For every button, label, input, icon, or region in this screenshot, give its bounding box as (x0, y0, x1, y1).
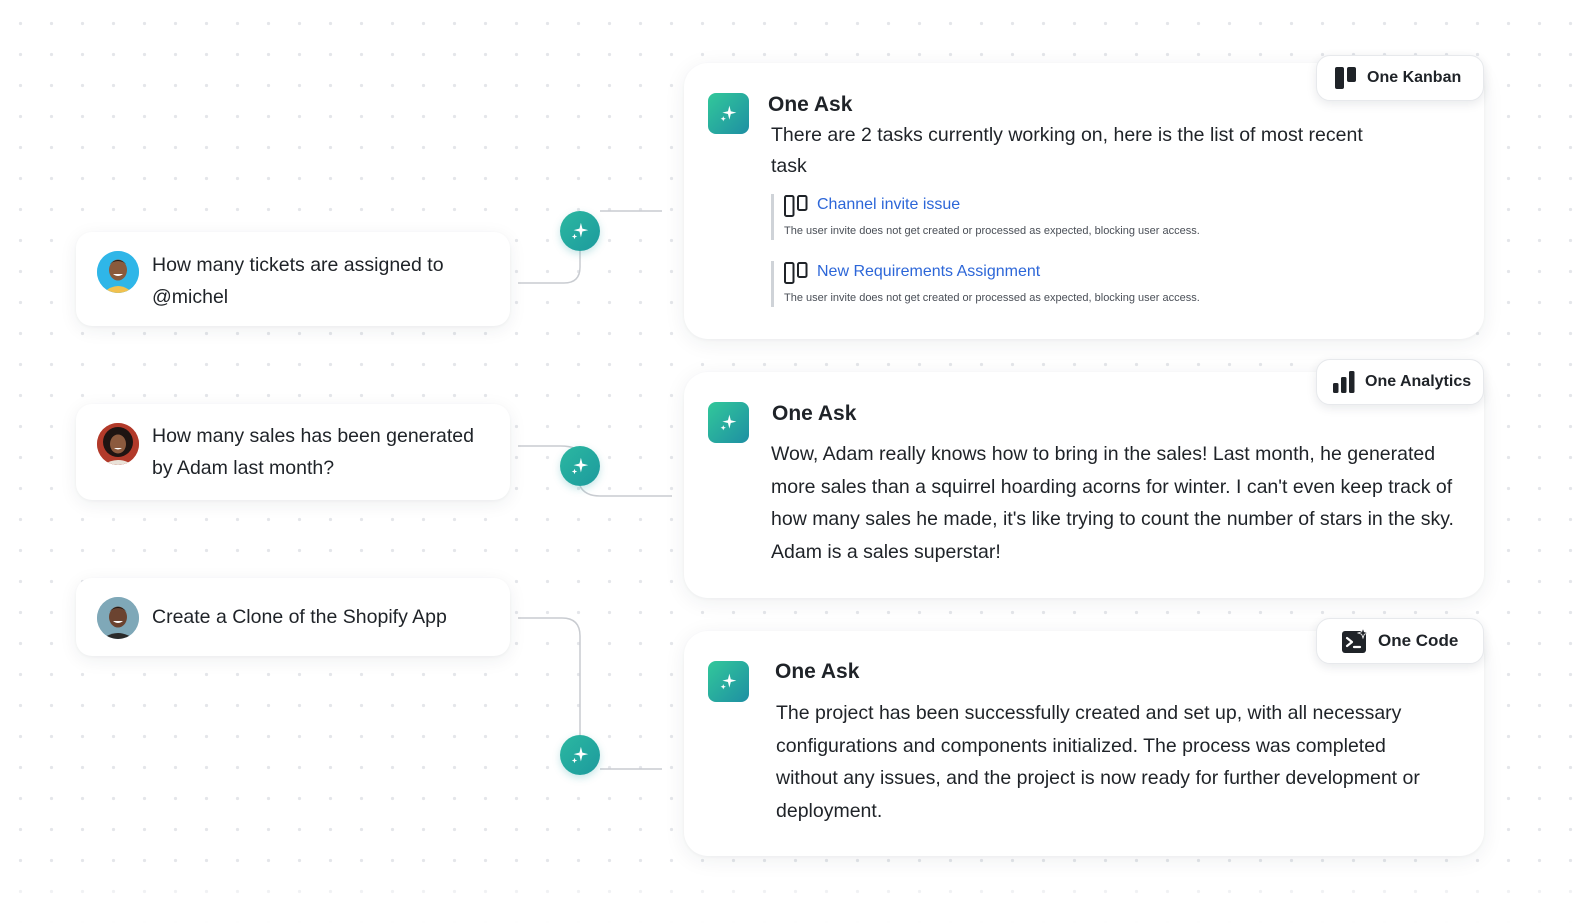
one-analytics-tag[interactable]: One Analytics (1316, 359, 1484, 405)
code-icon (1342, 628, 1369, 653)
sparkle-node-icon (560, 735, 600, 775)
kanban-columns-icon (784, 262, 808, 284)
answer-title: One Ask (772, 402, 857, 425)
task-link[interactable]: Channel invite issue (817, 196, 960, 214)
user-avatar-icon (97, 423, 139, 465)
answer-title: One Ask (768, 93, 853, 116)
task-link[interactable]: New Requirements Assignment (817, 263, 1040, 281)
task-description: The user invite does not get created or … (784, 292, 1200, 304)
list-item: Channel invite issue The user invite doe… (771, 194, 1431, 240)
list-item: New Requirements Assignment The user inv… (771, 261, 1431, 307)
tag-label: One Kanban (1367, 69, 1462, 86)
kanban-icon (1335, 67, 1356, 89)
task-list: Channel invite issue The user invite doe… (771, 194, 1431, 328)
question-card[interactable]: Create a Clone of the Shopify App (76, 578, 510, 656)
task-description: The user invite does not get created or … (784, 225, 1200, 237)
answer-card: One Ask The project has been successfull… (684, 631, 1484, 856)
question-text: How many tickets are assigned to @michel (152, 254, 444, 308)
kanban-columns-icon (784, 195, 808, 217)
bottom-fade (0, 864, 1586, 924)
tag-label: One Analytics (1365, 373, 1472, 390)
one-ask-logo-icon (708, 402, 749, 443)
sparkle-node-icon (560, 446, 600, 486)
question-card[interactable]: How many tickets are assigned to @michel (76, 232, 510, 326)
question-card[interactable]: How many sales has been generated by Ada… (76, 404, 510, 500)
one-kanban-tag[interactable]: One Kanban (1316, 55, 1484, 101)
one-ask-logo-icon (708, 93, 749, 134)
tag-label: One Code (1378, 631, 1459, 650)
question-text: Create a Clone of the Shopify App (152, 606, 447, 628)
one-code-tag[interactable]: One Code (1316, 618, 1484, 664)
answer-body: Wow, Adam really knows how to bring in t… (771, 443, 1454, 563)
one-ask-logo-icon (708, 661, 749, 702)
user-avatar-icon (97, 597, 139, 639)
answer-body: The project has been successfully create… (776, 702, 1420, 822)
answer-card: One Ask Wow, Adam really knows how to br… (684, 372, 1484, 598)
bar-chart-icon (1333, 371, 1355, 393)
user-avatar-icon (97, 251, 139, 293)
answer-card: One Ask There are 2 tasks currently work… (684, 63, 1484, 339)
question-text: How many sales has been generated by Ada… (152, 425, 474, 479)
answer-title: One Ask (775, 660, 860, 683)
answer-body: There are 2 tasks currently working on, … (771, 124, 1363, 177)
sparkle-node-icon (560, 211, 600, 251)
